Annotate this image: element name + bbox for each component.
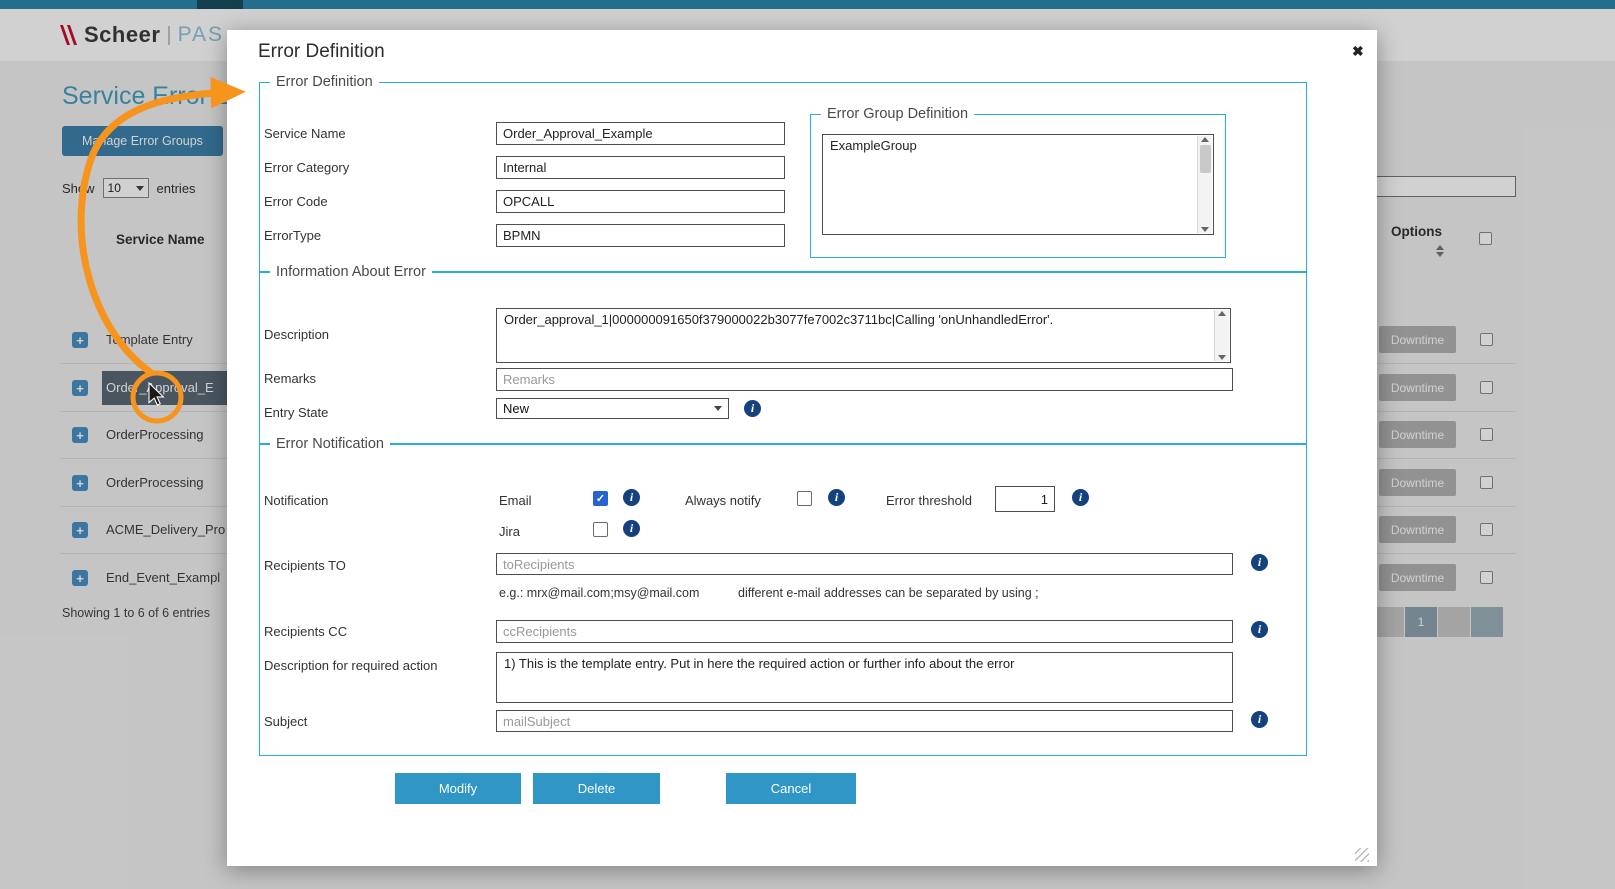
remarks-label: Remarks — [264, 371, 316, 386]
info-icon[interactable]: i — [623, 520, 640, 537]
info-icon[interactable]: i — [1251, 554, 1268, 571]
chevron-down-icon — [714, 406, 722, 411]
delete-button[interactable]: Delete — [533, 773, 660, 804]
jira-checkbox[interactable] — [593, 522, 608, 537]
always-notify-checkbox[interactable] — [797, 491, 812, 506]
recipients-to-label: Recipients TO — [264, 558, 346, 573]
error-threshold-label: Error threshold — [886, 493, 972, 508]
scroll-up-icon[interactable] — [1218, 311, 1226, 316]
info-icon[interactable]: i — [623, 489, 640, 506]
subject-label: Subject — [264, 714, 307, 729]
scrollbar-thumb[interactable] — [1200, 145, 1211, 173]
recipients-cc-label: Recipients CC — [264, 624, 347, 639]
error-category-label: Error Category — [264, 160, 349, 175]
error-type-field[interactable] — [496, 224, 785, 247]
action-description-textarea[interactable]: 1) This is the template entry. Put in he… — [496, 652, 1233, 703]
resize-handle[interactable] — [1355, 848, 1369, 862]
action-description-label: Description for required action — [264, 658, 437, 673]
recipients-to-field[interactable] — [496, 553, 1233, 575]
error-code-field[interactable] — [496, 190, 785, 213]
section-legend: Information About Error — [270, 264, 432, 280]
error-type-label: ErrorType — [264, 228, 321, 243]
jira-label: Jira — [499, 524, 520, 539]
section-legend: Error Group Definition — [821, 106, 974, 122]
service-name-field[interactable] — [496, 122, 785, 145]
email-separator-hint: different e-mail addresses can be separa… — [738, 586, 1039, 600]
description-text: Order_approval_1|000000091650f379000022b… — [504, 312, 1053, 327]
service-name-label: Service Name — [264, 126, 346, 141]
section-legend: Error Notification — [270, 436, 390, 452]
error-category-field[interactable] — [496, 156, 785, 179]
info-icon[interactable]: i — [1251, 711, 1268, 728]
remarks-field[interactable] — [496, 368, 1233, 391]
scroll-down-icon[interactable] — [1201, 227, 1209, 232]
info-icon[interactable]: i — [1251, 621, 1268, 638]
info-icon[interactable]: i — [744, 400, 761, 417]
always-notify-label: Always notify — [685, 493, 761, 508]
entry-state-value: New — [503, 401, 529, 416]
modify-button[interactable]: Modify — [395, 773, 521, 804]
cancel-button[interactable]: Cancel — [726, 773, 856, 804]
email-checkbox[interactable]: ✓ — [593, 491, 608, 506]
entry-state-label: Entry State — [264, 405, 328, 420]
error-threshold-field[interactable] — [995, 486, 1055, 512]
notification-label: Notification — [264, 493, 328, 508]
description-textarea[interactable]: Order_approval_1|000000091650f379000022b… — [496, 308, 1231, 363]
scroll-up-icon[interactable] — [1201, 137, 1209, 142]
info-icon[interactable]: i — [1072, 489, 1089, 506]
entry-state-select[interactable]: New — [496, 398, 729, 419]
info-icon[interactable]: i — [828, 489, 845, 506]
action-description-text: 1) This is the template entry. Put in he… — [504, 656, 1014, 671]
description-label: Description — [264, 327, 329, 342]
error-group-item[interactable]: ExampleGroup — [830, 138, 917, 153]
close-icon[interactable]: ✖ — [1352, 43, 1364, 60]
scroll-down-icon[interactable] — [1218, 355, 1226, 360]
scrollbar[interactable] — [1214, 310, 1229, 361]
subject-field[interactable] — [496, 710, 1233, 732]
scrollbar[interactable] — [1197, 136, 1212, 233]
modal-title: Error Definition — [258, 41, 385, 63]
section-legend: Error Definition — [270, 74, 379, 90]
recipients-cc-field[interactable] — [496, 620, 1233, 643]
error-group-listbox[interactable]: ExampleGroup — [822, 134, 1214, 235]
error-code-label: Error Code — [264, 194, 328, 209]
error-definition-modal: Error Definition ✖ Error Definition Erro… — [227, 30, 1377, 866]
email-label: Email — [499, 493, 532, 508]
email-example-hint: e.g.: mrx@mail.com;msy@mail.com — [499, 586, 699, 600]
